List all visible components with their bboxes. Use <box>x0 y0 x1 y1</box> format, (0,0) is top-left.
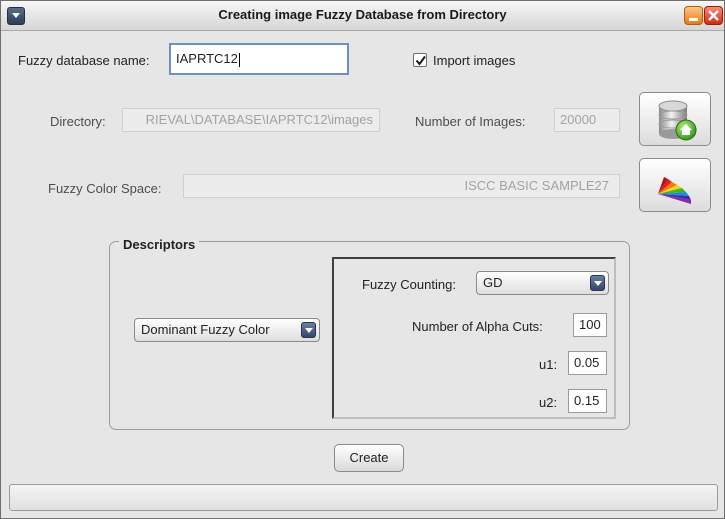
db-name-label: Fuzzy database name: <box>18 53 150 68</box>
title-bar: Creating image Fuzzy Database from Direc… <box>1 1 724 31</box>
import-images-label: Import images <box>433 53 516 68</box>
database-home-icon <box>658 100 697 141</box>
alpha-cuts-input[interactable]: 100 <box>573 313 607 337</box>
fuzzy-counting-select[interactable]: GD <box>476 271 609 295</box>
close-icon <box>708 10 719 21</box>
descriptors-title: Descriptors <box>119 237 200 252</box>
checkmark-icon <box>415 55 426 66</box>
status-bar <box>9 484 718 511</box>
num-images-field: 20000 <box>554 108 620 132</box>
color-space-field[interactable]: ISCC BASIC SAMPLE27 <box>183 174 620 198</box>
color-space-button[interactable] <box>639 158 711 212</box>
directory-field[interactable]: RIEVAL\DATABASE\IAPRTC12\images <box>122 108 380 132</box>
window-title: Creating image Fuzzy Database from Direc… <box>218 7 507 22</box>
alpha-cuts-label: Number of Alpha Cuts: <box>412 319 543 334</box>
db-name-value: IAPRTC12 <box>176 51 238 66</box>
u1-input[interactable]: 0.05 <box>568 351 607 375</box>
descriptor-selected: Dominant Fuzzy Color <box>141 322 270 337</box>
color-fan-icon <box>658 177 691 204</box>
minimize-button[interactable] <box>684 6 703 25</box>
descriptor-select[interactable]: Dominant Fuzzy Color <box>134 318 320 342</box>
chevron-down-icon[interactable] <box>301 322 316 338</box>
u2-label: u2: <box>539 395 558 410</box>
close-button[interactable] <box>704 6 723 25</box>
u2-input[interactable]: 0.15 <box>568 389 607 413</box>
fuzzy-counting-selected: GD <box>483 275 503 290</box>
chevron-down-icon[interactable] <box>590 275 605 291</box>
num-images-label: Number of Images: <box>415 114 526 129</box>
import-images-checkbox[interactable] <box>413 53 427 67</box>
database-home-button[interactable] <box>639 92 711 146</box>
fuzzy-counting-label: Fuzzy Counting: <box>362 277 456 292</box>
db-name-input[interactable]: IAPRTC12 <box>169 43 349 75</box>
u1-label: u1: <box>539 357 558 372</box>
color-space-label: Fuzzy Color Space: <box>48 181 162 196</box>
app-window: Creating image Fuzzy Database from Direc… <box>0 0 725 519</box>
directory-label: Directory: <box>50 114 106 129</box>
create-button[interactable]: Create <box>334 444 404 472</box>
